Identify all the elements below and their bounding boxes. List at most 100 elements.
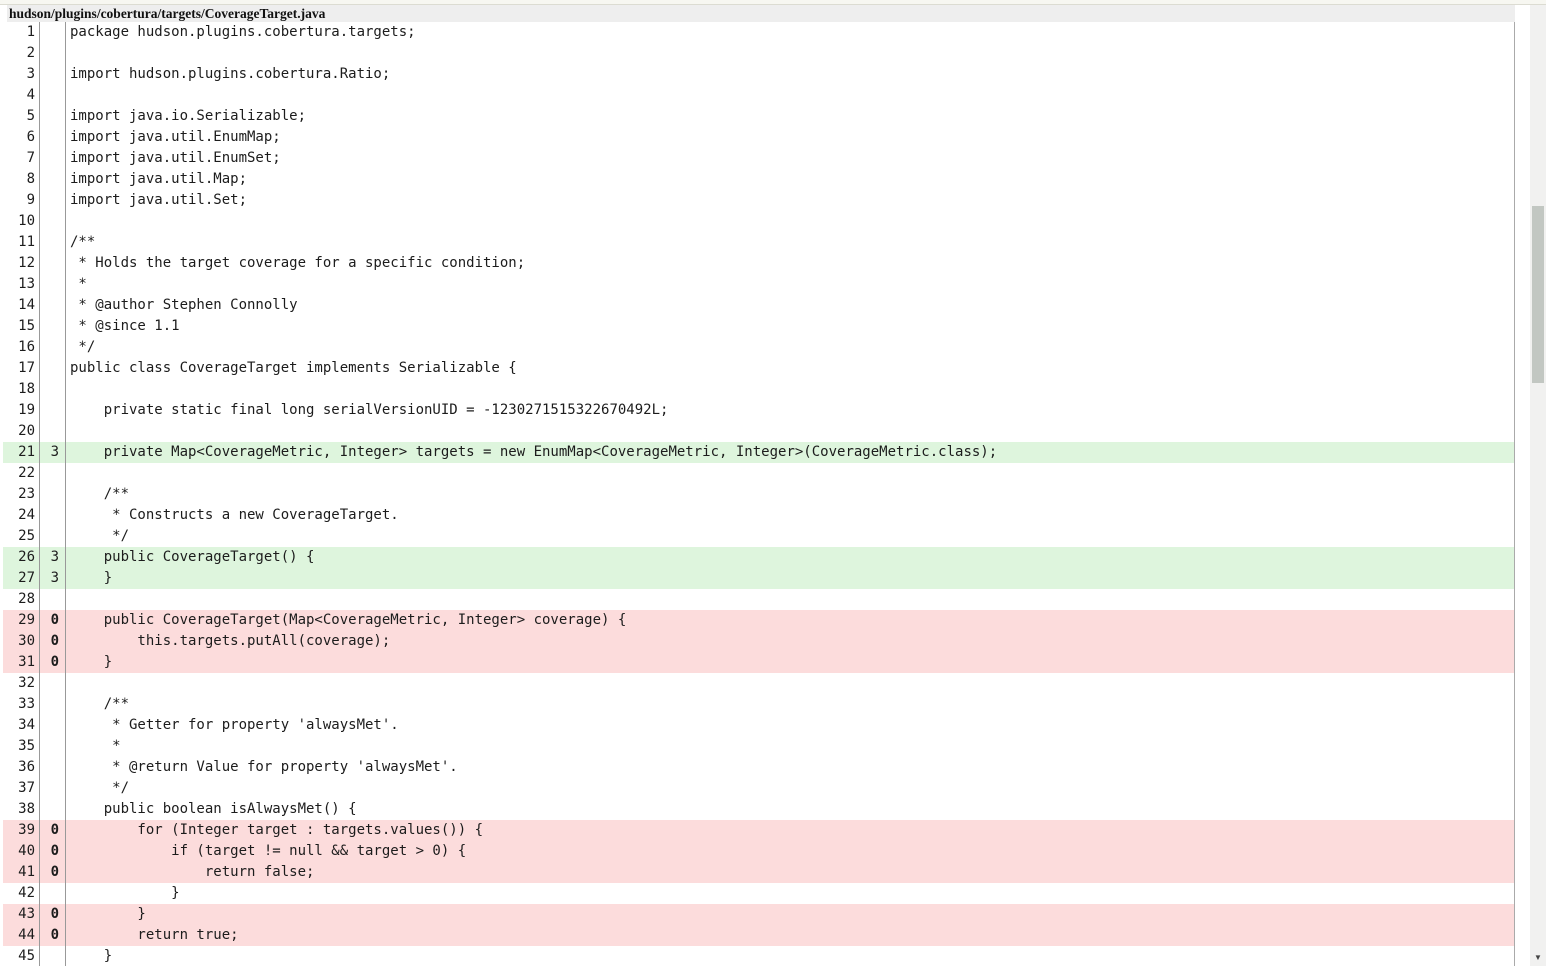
code-line-row: 22 [3,463,1514,484]
code-text: */ [66,778,1514,799]
code-line-row: 14 * @author Stephen Connolly [3,295,1514,316]
file-path-header: hudson/plugins/cobertura/targets/Coverag… [7,5,1515,22]
line-number: 8 [3,169,40,190]
code-text: /** [66,232,1514,253]
code-text: */ [66,337,1514,358]
code-line-row: 27 3 } [3,568,1514,589]
code-line-row: 29 0 public CoverageTarget(Map<CoverageM… [3,610,1514,631]
hit-count [40,337,66,358]
line-number: 41 [3,862,40,883]
line-number: 19 [3,400,40,421]
line-number: 25 [3,526,40,547]
hit-count [40,106,66,127]
hit-count [40,505,66,526]
code-text: } [66,652,1514,673]
hit-count: 0 [40,631,66,652]
hit-count [40,484,66,505]
line-number: 12 [3,253,40,274]
hit-count [40,253,66,274]
hit-count [40,22,66,43]
code-line-row: 1 package hudson.plugins.cobertura.targe… [3,22,1514,43]
code-text: } [66,904,1514,925]
line-number: 34 [3,715,40,736]
hit-count [40,715,66,736]
code-line-row: 34 * Getter for property 'alwaysMet'. [3,715,1514,736]
line-number: 13 [3,274,40,295]
hit-count: 0 [40,820,66,841]
line-number: 29 [3,610,40,631]
code-text: public CoverageTarget(Map<CoverageMetric… [66,610,1514,631]
hit-count [40,211,66,232]
hit-count [40,127,66,148]
code-text: /** [66,484,1514,505]
line-number: 42 [3,883,40,904]
hit-count: 0 [40,925,66,946]
line-number: 31 [3,652,40,673]
hit-count: 0 [40,610,66,631]
code-text: private static final long serialVersionU… [66,400,1514,421]
hit-count [40,589,66,610]
code-line-row: 16 */ [3,337,1514,358]
code-line-row: 11 /** [3,232,1514,253]
line-number: 10 [3,211,40,232]
hit-count [40,799,66,820]
hit-count [40,169,66,190]
code-line-row: 40 0 if (target != null && target > 0) { [3,841,1514,862]
scrollbar-down-button[interactable]: ▼ [1530,950,1546,966]
line-number: 14 [3,295,40,316]
code-text: /** [66,694,1514,715]
hit-count [40,757,66,778]
code-text: if (target != null && target > 0) { [66,841,1514,862]
code-text: import java.util.EnumSet; [66,148,1514,169]
code-line-row: 6 import java.util.EnumMap; [3,127,1514,148]
hit-count [40,694,66,715]
hit-count: 0 [40,652,66,673]
code-line-row: 41 0 return false; [3,862,1514,883]
code-text: this.targets.putAll(coverage); [66,631,1514,652]
code-text: import java.util.Set; [66,190,1514,211]
line-number: 11 [3,232,40,253]
code-line-row: 10 [3,211,1514,232]
hit-count [40,316,66,337]
hit-count [40,148,66,169]
code-text: public CoverageTarget() { [66,547,1514,568]
line-number: 6 [3,127,40,148]
line-number: 40 [3,841,40,862]
code-line-row: 30 0 this.targets.putAll(coverage); [3,631,1514,652]
hit-count [40,190,66,211]
code-text: public class CoverageTarget implements S… [66,358,1514,379]
code-line-row: 4 [3,85,1514,106]
scrollbar-thumb[interactable] [1532,206,1544,383]
vertical-scrollbar[interactable]: ▼ [1530,5,1546,966]
code-line-row: 39 0 for (Integer target : targets.value… [3,820,1514,841]
line-number: 9 [3,190,40,211]
code-text [66,673,1514,694]
line-number: 45 [3,946,40,966]
code-text: public boolean isAlwaysMet() { [66,799,1514,820]
hit-count [40,778,66,799]
hit-count [40,526,66,547]
hit-count [40,379,66,400]
line-number: 39 [3,820,40,841]
code-text: } [66,568,1514,589]
hit-count [40,946,66,966]
code-text [66,589,1514,610]
line-number: 7 [3,148,40,169]
code-text: * Holds the target coverage for a specif… [66,253,1514,274]
line-number: 16 [3,337,40,358]
line-number: 23 [3,484,40,505]
line-number: 4 [3,85,40,106]
code-text: import hudson.plugins.cobertura.Ratio; [66,64,1514,85]
hit-count [40,736,66,757]
code-text: * [66,274,1514,295]
hit-count: 0 [40,904,66,925]
hit-count [40,274,66,295]
code-line-row: 33 /** [3,694,1514,715]
hit-count [40,673,66,694]
hit-count: 0 [40,841,66,862]
code-line-row: 31 0 } [3,652,1514,673]
code-line-row: 45 } [3,946,1514,966]
hit-count: 3 [40,547,66,568]
line-number: 3 [3,64,40,85]
code-line-row: 8 import java.util.Map; [3,169,1514,190]
